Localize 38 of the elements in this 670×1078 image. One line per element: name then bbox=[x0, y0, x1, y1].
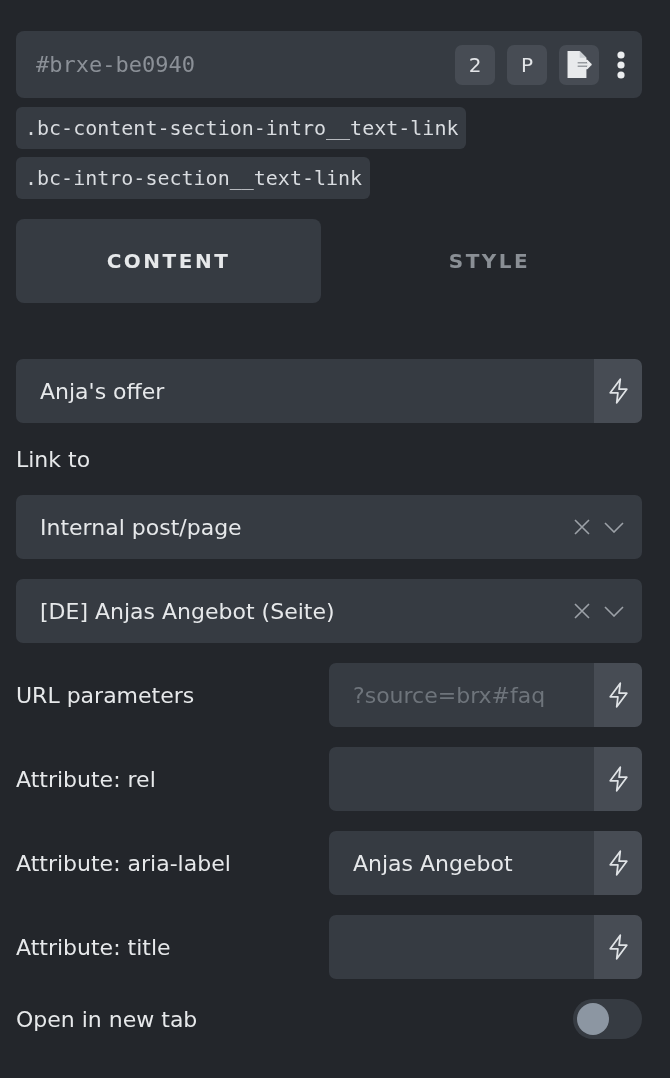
text-input[interactable] bbox=[329, 747, 594, 811]
header-button[interactable]: P bbox=[507, 44, 547, 85]
file-export-icon bbox=[566, 51, 592, 78]
field-label: Open in new tab bbox=[16, 1006, 198, 1032]
text-input[interactable] bbox=[329, 915, 594, 979]
dynamic-data-button[interactable] bbox=[594, 359, 642, 423]
field-label: Attribute: aria-label bbox=[16, 850, 232, 876]
clear-icon[interactable] bbox=[574, 603, 590, 619]
tab[interactable]: CONTENT bbox=[16, 219, 321, 303]
element-id: #brxe-be0940 bbox=[36, 52, 195, 77]
text-input[interactable]: Anjas Angebot bbox=[329, 831, 594, 895]
lightning-icon bbox=[608, 850, 628, 876]
class-chip[interactable]: .bc-content-section-intro__text-link bbox=[16, 107, 467, 149]
dynamic-data-button[interactable] bbox=[594, 915, 642, 979]
clear-icon[interactable] bbox=[574, 519, 590, 535]
chevron-down-icon bbox=[604, 521, 624, 533]
field-label: Attribute: title bbox=[16, 934, 172, 960]
text-input[interactable]: ?source=brx#faq bbox=[329, 663, 594, 727]
header-button[interactable]: 2 bbox=[455, 44, 495, 85]
more-icon[interactable] bbox=[617, 50, 625, 79]
lightning-icon bbox=[608, 934, 628, 960]
dynamic-data-button[interactable] bbox=[594, 663, 642, 727]
select-field[interactable]: [DE] Anjas Angebot (Seite) bbox=[16, 579, 642, 643]
tab[interactable]: STYLE bbox=[337, 219, 642, 303]
lightning-icon bbox=[608, 682, 628, 708]
field-label: URL parameters bbox=[16, 682, 196, 708]
toggle-switch[interactable] bbox=[573, 999, 642, 1039]
text-input[interactable]: Anja's offer bbox=[16, 359, 594, 423]
dynamic-data-button[interactable] bbox=[594, 831, 642, 895]
dynamic-data-button[interactable] bbox=[594, 747, 642, 811]
lightning-icon bbox=[608, 378, 628, 404]
field-label: Link to bbox=[16, 445, 92, 474]
class-chip[interactable]: .bc-intro-section__text-link bbox=[16, 157, 371, 199]
field-label: Attribute: rel bbox=[16, 766, 157, 792]
select-field[interactable]: Internal post/page bbox=[16, 495, 642, 559]
chevron-down-icon bbox=[604, 605, 624, 617]
lightning-icon bbox=[608, 766, 628, 792]
export-button[interactable] bbox=[559, 44, 599, 85]
